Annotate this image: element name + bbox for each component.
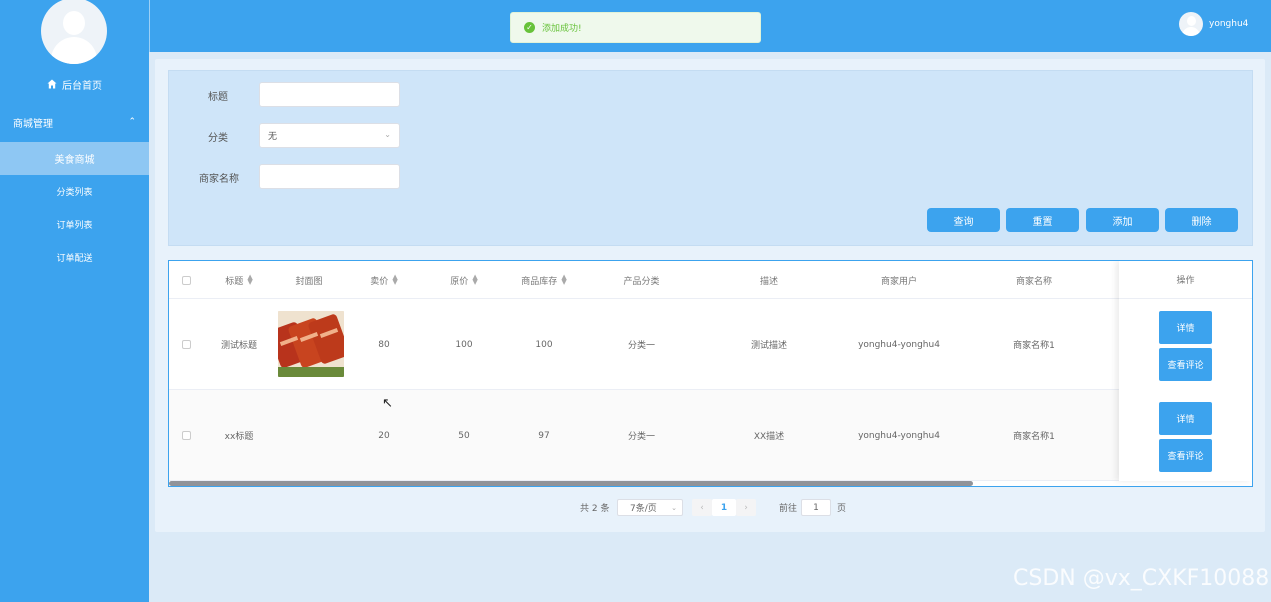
col-stock[interactable]: 商品库存 ▲ ▼: [504, 261, 584, 299]
avatar: [41, 0, 107, 64]
sort-icon: ▲ ▼: [561, 273, 567, 286]
username: yonghu4: [1209, 19, 1249, 29]
page-size-select[interactable]: 7条/页 ⌄: [617, 499, 683, 516]
col-price[interactable]: 卖价 ▲ ▼: [349, 261, 419, 299]
pagination: 共 2 条: [580, 499, 609, 516]
view-comments-button[interactable]: 查看评论: [1159, 439, 1212, 472]
pagination-total: 共 2 条: [580, 504, 610, 514]
sidebar-group-label: 商城管理: [13, 118, 53, 130]
col-merchant-user: 商家用户: [880, 276, 917, 287]
chevron-right-icon: ›: [744, 502, 748, 513]
check-circle-icon: ✓: [524, 22, 535, 33]
watermark: CSDN @vx_CXKF10088: [1013, 566, 1270, 591]
col-operation: 操作: [1119, 261, 1252, 299]
category-select[interactable]: 无 ⌄: [259, 123, 400, 148]
toast-message: 添加成功!: [542, 24, 582, 34]
row-description: XX描述: [753, 432, 785, 442]
success-toast: ✓ 添加成功!: [510, 12, 761, 43]
detail-button[interactable]: 详情: [1159, 402, 1212, 435]
sidebar-item-home[interactable]: 后台首页: [0, 74, 149, 94]
table-row: xx标题 20 50 97 分类一 XX描述 yonghu4-yonghu4 商…: [169, 390, 1252, 481]
row-description: 测试描述: [750, 341, 787, 351]
row-merchant-name: 商家名称1: [1013, 432, 1055, 442]
delete-button[interactable]: 删除: [1165, 208, 1238, 232]
page-number[interactable]: 1: [712, 499, 736, 516]
row-title: xx标题: [224, 432, 254, 442]
add-button[interactable]: 添加: [1086, 208, 1159, 232]
operation-column: 操作 详情 查看评论 详情 查看评论: [1119, 261, 1252, 481]
row-price: 80: [378, 339, 390, 350]
col-title[interactable]: 标题 ▲ ▼: [209, 261, 269, 299]
table-header: 标题 ▲ ▼ 封面图 卖价 ▲ ▼ 原价 ▲ ▼ 商品库存 ▲ ▼ 产品分类 描述 商家用户 商…: [169, 261, 1252, 299]
merchant-input[interactable]: [259, 164, 400, 189]
row-category: 分类一: [627, 341, 655, 351]
col-category: 产品分类: [623, 276, 660, 287]
page-size-value: 7条/页: [630, 504, 657, 514]
row-merchant-user: yonghu4-yonghu4: [858, 430, 940, 441]
sidebar-item-label: 订单列表: [56, 221, 93, 231]
chevron-down-icon: ⌄: [671, 503, 677, 512]
page-suffix: 页: [837, 504, 847, 514]
select-all-checkbox[interactable]: [179, 261, 194, 299]
user-menu[interactable]: yonghu4: [1179, 12, 1248, 36]
detail-button[interactable]: 详情: [1159, 311, 1212, 344]
row-original-price: 100: [455, 339, 473, 350]
sidebar-group-mall[interactable]: 商城管理 ⌃: [0, 112, 149, 132]
sort-icon: ▲ ▼: [472, 273, 478, 286]
view-comments-button[interactable]: 查看评论: [1159, 348, 1212, 381]
sidebar-item-label: 分类列表: [56, 188, 93, 198]
row-merchant-user: yonghu4-yonghu4: [858, 339, 940, 350]
row-category: 分类一: [627, 432, 655, 442]
category-select-value: 无: [268, 132, 278, 142]
sidebar-home-label: 后台首页: [62, 80, 102, 92]
sidebar-item-label: 订单配送: [56, 254, 93, 264]
col-description: 描述: [759, 276, 778, 287]
sidebar-item-category-list[interactable]: 分类列表: [0, 175, 149, 208]
sidebar-item-order-delivery[interactable]: 订单配送: [0, 241, 149, 274]
row-title: 测试标题: [220, 341, 257, 351]
row-checkbox[interactable]: [179, 390, 194, 481]
sidebar-item-order-list[interactable]: 订单列表: [0, 208, 149, 241]
sort-icon: ▲ ▼: [392, 273, 398, 286]
chevron-left-icon: ‹: [700, 502, 704, 513]
chevron-up-icon: ⌃: [128, 117, 136, 127]
home-icon: [47, 79, 57, 89]
chevron-down-icon: ⌄: [384, 130, 391, 139]
category-label: 分类: [208, 133, 228, 144]
row-original-price: 50: [458, 430, 470, 441]
sidebar: 后台首页 商城管理 ⌃ 美食商城 分类列表 订单列表 订单配送: [0, 0, 149, 602]
row-merchant-name: 商家名称1: [1013, 341, 1055, 351]
goto-page-input[interactable]: 1: [801, 499, 832, 516]
col-merchant-name: 商家名称: [1015, 276, 1052, 287]
col-original-price[interactable]: 原价 ▲ ▼: [429, 261, 499, 299]
next-page-button[interactable]: ›: [736, 499, 756, 516]
title-input[interactable]: [259, 82, 400, 107]
product-table: 标题 ▲ ▼ 封面图 卖价 ▲ ▼ 原价 ▲ ▼ 商品库存 ▲ ▼ 产品分类 描述 商家用户 商…: [168, 260, 1253, 487]
merchant-label: 商家名称: [199, 174, 239, 185]
col-cover: 封面图: [295, 276, 323, 287]
sort-icon: ▲ ▼: [247, 273, 253, 286]
cover-image: [278, 311, 344, 377]
horizontal-scrollbar[interactable]: [169, 481, 973, 486]
goto-label: 前往: [779, 504, 798, 514]
user-avatar: [1179, 12, 1203, 36]
prev-page-button[interactable]: ‹: [692, 499, 712, 516]
mouse-cursor-icon: ↖: [382, 396, 393, 411]
sidebar-item-food-mall[interactable]: 美食商城: [0, 142, 149, 175]
title-label: 标题: [208, 92, 228, 103]
row-checkbox[interactable]: [179, 299, 194, 390]
row-stock: 100: [535, 339, 553, 350]
table-row: 测试标题 80 100 100 分类一 测试描述 yonghu4-yonghu4…: [169, 299, 1252, 390]
reset-button[interactable]: 重置: [1006, 208, 1079, 232]
query-button[interactable]: 查询: [927, 208, 1000, 232]
row-stock: 97: [538, 430, 550, 441]
sidebar-item-label: 美食商城: [54, 155, 95, 166]
